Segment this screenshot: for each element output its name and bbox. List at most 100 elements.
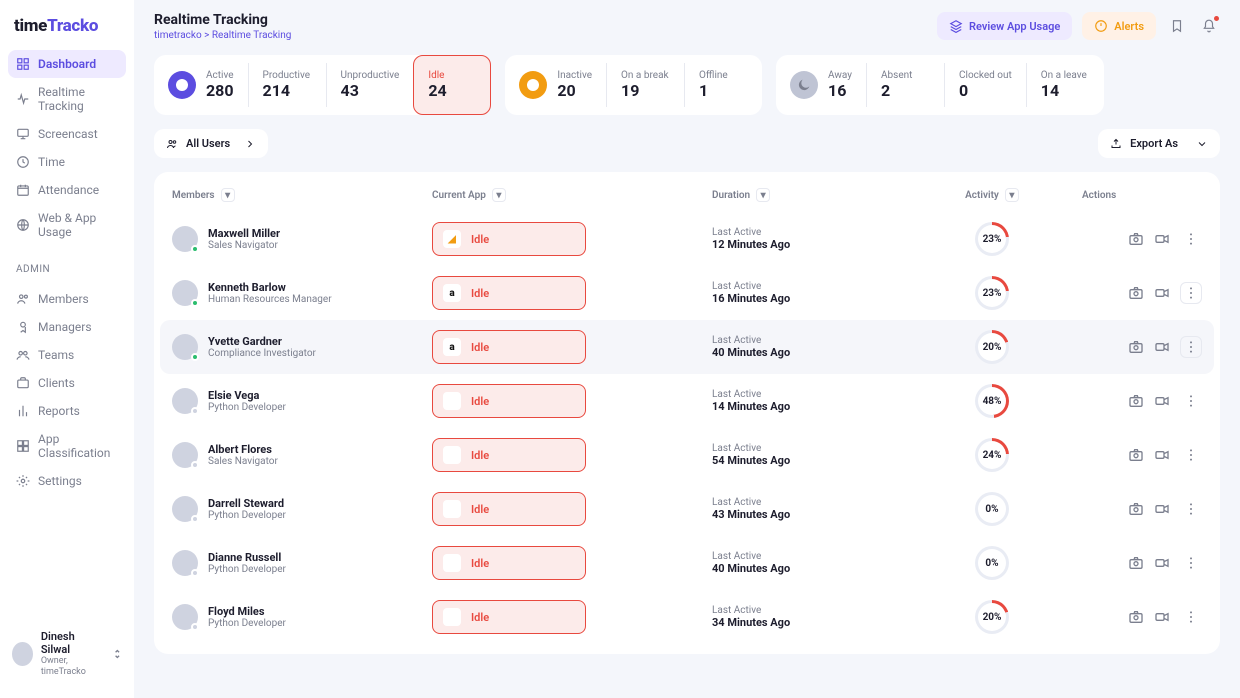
nav-time[interactable]: Time bbox=[8, 148, 126, 176]
screenshot-icon[interactable] bbox=[1128, 501, 1144, 517]
current-app-pill[interactable]: Idle bbox=[432, 492, 586, 526]
nav-clients[interactable]: Clients bbox=[8, 369, 126, 397]
member-name: Elsie Vega bbox=[208, 389, 286, 402]
table-row[interactable]: Floyd MilesPython Developer Idle Last Ac… bbox=[154, 590, 1220, 644]
caret-down-icon: ▾ bbox=[756, 188, 770, 202]
nav-app-classification[interactable]: App Classification bbox=[8, 425, 126, 467]
screenshot-icon[interactable] bbox=[1128, 393, 1144, 409]
stat-idle[interactable]: Idle24 bbox=[413, 55, 491, 115]
nav-dashboard[interactable]: Dashboard bbox=[8, 50, 126, 78]
nav-screencast[interactable]: Screencast bbox=[8, 120, 126, 148]
video-icon[interactable] bbox=[1154, 609, 1170, 625]
activity-ring: 48% bbox=[975, 384, 1009, 418]
current-user-card[interactable]: Dinesh Silwal Owner, timeTracko bbox=[8, 622, 126, 686]
nav-managers[interactable]: Managers bbox=[8, 313, 126, 341]
filter-all-users[interactable]: All Users bbox=[154, 129, 268, 158]
stat-absent[interactable]: Absent2 bbox=[866, 63, 944, 107]
video-icon[interactable] bbox=[1154, 339, 1170, 355]
notifications-button[interactable] bbox=[1198, 15, 1220, 37]
nav-web-app-usage[interactable]: Web & App Usage bbox=[8, 204, 126, 246]
more-vertical-icon bbox=[1183, 231, 1199, 247]
more-button[interactable] bbox=[1180, 282, 1202, 304]
screenshot-icon[interactable] bbox=[1128, 339, 1144, 355]
table-row[interactable]: Elsie VegaPython Developer Idle Last Act… bbox=[154, 374, 1220, 428]
nav-members[interactable]: Members bbox=[8, 285, 126, 313]
more-button[interactable] bbox=[1180, 444, 1202, 466]
last-active-label: Last Active bbox=[712, 389, 902, 400]
layers-icon bbox=[949, 19, 963, 33]
avatar bbox=[172, 226, 198, 252]
table-row[interactable]: Dianne RussellPython Developer Idle Last… bbox=[154, 536, 1220, 590]
member-role: Python Developer bbox=[208, 402, 286, 413]
breadcrumb[interactable]: timetracko > Realtime Tracking bbox=[154, 30, 291, 41]
table-row[interactable]: Kenneth BarlowHuman Resources Manager a … bbox=[154, 266, 1220, 320]
current-app-pill[interactable]: a Idle bbox=[432, 330, 586, 364]
video-icon[interactable] bbox=[1154, 555, 1170, 571]
nav-attendance[interactable]: Attendance bbox=[8, 176, 126, 204]
screenshot-icon[interactable] bbox=[1128, 609, 1144, 625]
stat-on-a-break[interactable]: On a break19 bbox=[606, 63, 684, 107]
more-button[interactable] bbox=[1180, 498, 1202, 520]
logo: timeTracko bbox=[8, 12, 126, 46]
nav-teams[interactable]: Teams bbox=[8, 341, 126, 369]
stat-offline[interactable]: Offline1 bbox=[684, 63, 762, 107]
col-members[interactable]: Members▾ bbox=[172, 188, 432, 202]
current-app-pill[interactable]: ◢ Idle bbox=[432, 222, 586, 256]
stat-productive[interactable]: Productive214 bbox=[248, 63, 326, 107]
avatar bbox=[172, 388, 198, 414]
stat-clocked-out[interactable]: Clocked out0 bbox=[944, 63, 1026, 107]
stat-inactive[interactable]: Inactive20 bbox=[505, 63, 606, 107]
video-icon[interactable] bbox=[1154, 285, 1170, 301]
stat-unproductive[interactable]: Unproductive43 bbox=[326, 63, 414, 107]
table-row[interactable]: Albert FloresSales Navigator Idle Last A… bbox=[154, 428, 1220, 482]
col-duration[interactable]: Duration▾ bbox=[712, 188, 902, 202]
stat-active[interactable]: Active280 bbox=[154, 63, 248, 107]
last-active-label: Last Active bbox=[712, 497, 902, 508]
member-role: Python Developer bbox=[208, 618, 286, 629]
more-button[interactable] bbox=[1180, 390, 1202, 412]
current-app-pill[interactable]: Idle bbox=[432, 600, 586, 634]
current-app-pill[interactable]: Idle bbox=[432, 384, 586, 418]
table-row[interactable]: Yvette GardnerCompliance Investigator a … bbox=[160, 320, 1214, 374]
chevron-down-icon bbox=[1196, 138, 1208, 150]
current-app-pill[interactable]: Idle bbox=[432, 438, 586, 472]
app-icon: a bbox=[443, 284, 461, 302]
badge-icon bbox=[16, 320, 30, 334]
export-button[interactable]: Export As bbox=[1098, 129, 1220, 158]
avatar bbox=[12, 642, 33, 666]
screenshot-icon[interactable] bbox=[1128, 285, 1144, 301]
review-app-usage-button[interactable]: Review App Usage bbox=[937, 12, 1072, 40]
stat-on-a-leave[interactable]: On a leave14 bbox=[1026, 63, 1104, 107]
table-row[interactable]: Maxwell MillerSales Navigator ◢ Idle Las… bbox=[154, 212, 1220, 266]
status-dot bbox=[191, 569, 199, 577]
screenshot-icon[interactable] bbox=[1128, 231, 1144, 247]
current-app-pill[interactable]: a Idle bbox=[432, 276, 586, 310]
video-icon[interactable] bbox=[1154, 501, 1170, 517]
more-button[interactable] bbox=[1180, 606, 1202, 628]
last-active-time: 40 Minutes Ago bbox=[712, 562, 902, 575]
more-button[interactable] bbox=[1180, 228, 1202, 250]
screenshot-icon[interactable] bbox=[1128, 447, 1144, 463]
screenshot-icon[interactable] bbox=[1128, 555, 1144, 571]
stat-away[interactable]: Away16 bbox=[776, 63, 866, 107]
nav-realtime-tracking[interactable]: Realtime Tracking bbox=[8, 78, 126, 120]
more-button[interactable] bbox=[1180, 336, 1202, 358]
col-current-app[interactable]: Current App▾ bbox=[432, 188, 712, 202]
table-row[interactable]: Darrell StewardPython Developer Idle Las… bbox=[154, 482, 1220, 536]
app-icon: a bbox=[443, 338, 461, 356]
more-button[interactable] bbox=[1180, 552, 1202, 574]
app-state: Idle bbox=[471, 557, 489, 570]
alerts-button[interactable]: Alerts bbox=[1082, 12, 1156, 40]
member-name: Floyd Miles bbox=[208, 605, 286, 618]
video-icon[interactable] bbox=[1154, 231, 1170, 247]
nav-reports[interactable]: Reports bbox=[8, 397, 126, 425]
col-activity[interactable]: Activity▾ bbox=[902, 188, 1082, 202]
app-state: Idle bbox=[471, 503, 489, 516]
app-icon bbox=[443, 446, 461, 464]
last-active-label: Last Active bbox=[712, 227, 902, 238]
video-icon[interactable] bbox=[1154, 393, 1170, 409]
bookmark-button[interactable] bbox=[1166, 15, 1188, 37]
video-icon[interactable] bbox=[1154, 447, 1170, 463]
current-app-pill[interactable]: Idle bbox=[432, 546, 586, 580]
nav-settings[interactable]: Settings bbox=[8, 467, 126, 495]
